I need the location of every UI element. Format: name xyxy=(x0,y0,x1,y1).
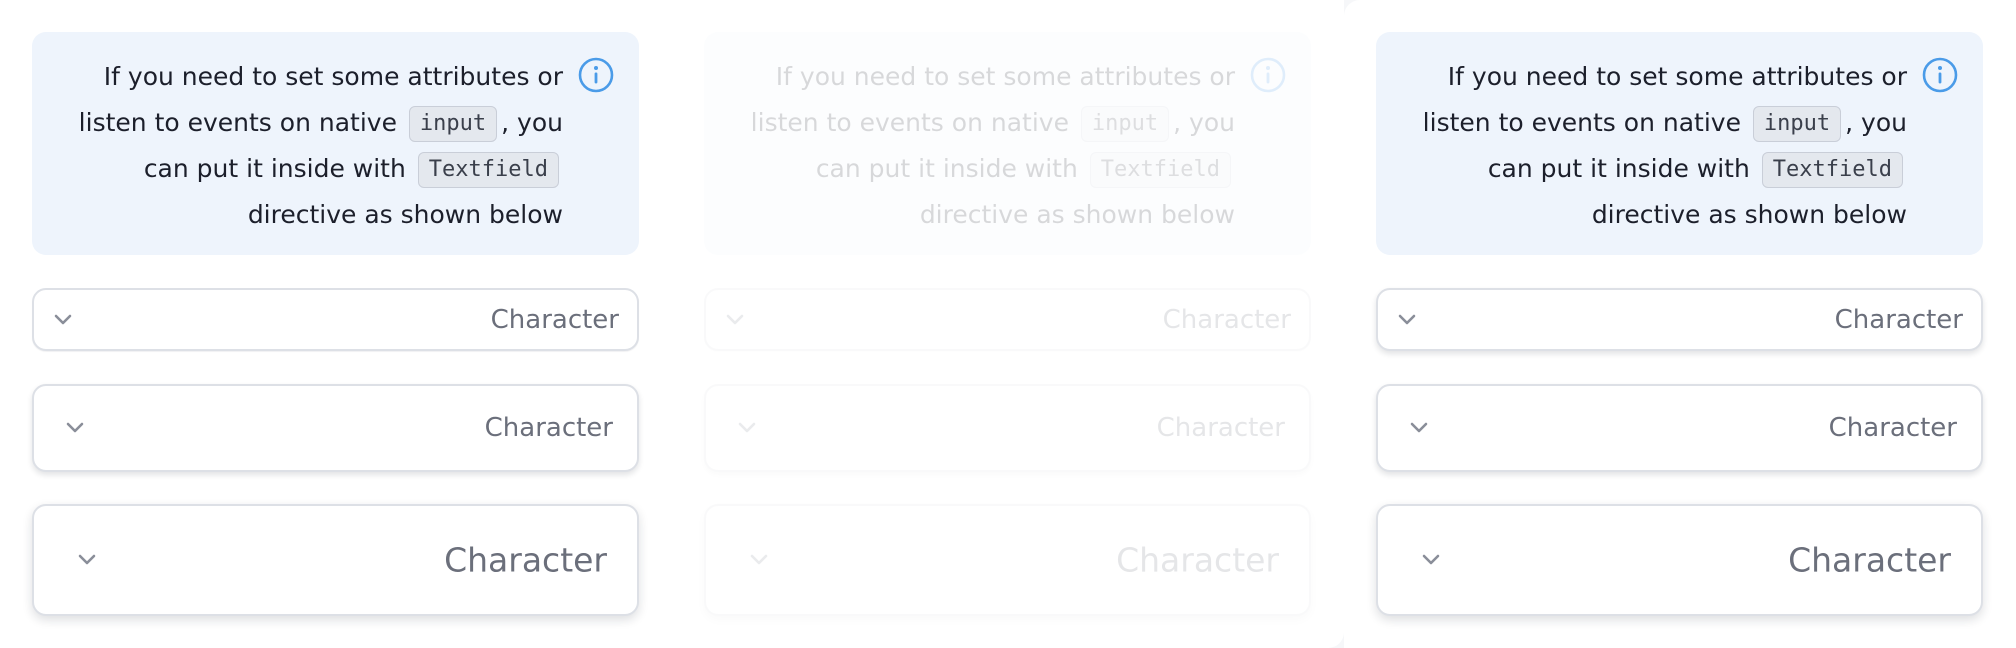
code-input: input xyxy=(1752,106,1842,142)
accordion-title: Character xyxy=(1788,540,1951,580)
code-textfield: Textfield xyxy=(417,152,559,188)
info-line-2-suffix: , you xyxy=(1845,108,1907,137)
accordion-title: Character xyxy=(1828,413,1957,443)
accordion-small[interactable]: Character xyxy=(32,288,639,351)
info-message: If you need to set some attributes or li… xyxy=(43,54,563,238)
info-line-2-prefix: listen to events on native xyxy=(1422,108,1741,137)
chevron-down-icon xyxy=(78,554,96,565)
accordion-small[interactable]: Character xyxy=(1376,288,1983,351)
code-input: input xyxy=(408,106,498,142)
info-line-4: directive as shown below xyxy=(919,200,1235,229)
preview-panel-3: If you need to set some attributes or li… xyxy=(1344,0,2016,648)
accordion-title: Character xyxy=(1834,304,1963,335)
chevron-down-icon xyxy=(66,422,84,433)
info-line-3-prefix: can put it inside with xyxy=(1487,154,1750,183)
accordion-medium[interactable]: Character xyxy=(1376,384,1983,472)
info-notification: If you need to set some attributes or li… xyxy=(32,32,639,255)
info-line-1: If you need to set some attributes or xyxy=(103,62,563,91)
info-notification: If you need to set some attributes or li… xyxy=(1376,32,1983,255)
preview-panel-2: If you need to set some attributes or li… xyxy=(672,0,1344,648)
info-line-2-suffix: , you xyxy=(1173,108,1235,137)
info-line-3-prefix: can put it inside with xyxy=(815,154,1078,183)
info-circle-icon xyxy=(1922,57,1958,93)
info-line-1: If you need to set some attributes or xyxy=(775,62,1235,91)
accordion-medium[interactable]: Character xyxy=(704,384,1311,472)
info-line-4: directive as shown below xyxy=(247,200,563,229)
chevron-down-icon xyxy=(750,554,768,565)
accordion-medium[interactable]: Character xyxy=(32,384,639,472)
accordion-title: Character xyxy=(484,413,613,443)
chevron-down-icon xyxy=(1410,422,1428,433)
accordion-title: Character xyxy=(1162,304,1291,335)
code-textfield: Textfield xyxy=(1761,152,1903,188)
info-line-4: directive as shown below xyxy=(1591,200,1907,229)
chevron-down-icon xyxy=(1398,314,1416,324)
info-line-2-prefix: listen to events on native xyxy=(78,108,397,137)
info-line-2-suffix: , you xyxy=(501,108,563,137)
accordion-large[interactable]: Character xyxy=(704,504,1311,616)
info-line-2-prefix: listen to events on native xyxy=(750,108,1069,137)
info-line-1: If you need to set some attributes or xyxy=(1447,62,1907,91)
info-message: If you need to set some attributes or li… xyxy=(715,54,1235,238)
code-input: input xyxy=(1080,106,1170,142)
chevron-down-icon xyxy=(54,314,72,324)
chevron-down-icon xyxy=(1422,554,1440,565)
info-line-3-prefix: can put it inside with xyxy=(143,154,406,183)
preview-panel-1: If you need to set some attributes or li… xyxy=(0,0,672,648)
info-circle-icon xyxy=(578,57,614,93)
accordion-large[interactable]: Character xyxy=(32,504,639,616)
accordion-title: Character xyxy=(1156,413,1285,443)
code-textfield: Textfield xyxy=(1089,152,1231,188)
accordion-title: Character xyxy=(490,304,619,335)
chevron-down-icon xyxy=(726,314,744,324)
accordion-title: Character xyxy=(1116,540,1279,580)
info-circle-icon xyxy=(1250,57,1286,93)
info-notification: If you need to set some attributes or li… xyxy=(704,32,1311,255)
accordion-small[interactable]: Character xyxy=(704,288,1311,351)
accordion-title: Character xyxy=(444,540,607,580)
chevron-down-icon xyxy=(738,422,756,433)
accordion-large[interactable]: Character xyxy=(1376,504,1983,616)
info-message: If you need to set some attributes or li… xyxy=(1387,54,1907,238)
